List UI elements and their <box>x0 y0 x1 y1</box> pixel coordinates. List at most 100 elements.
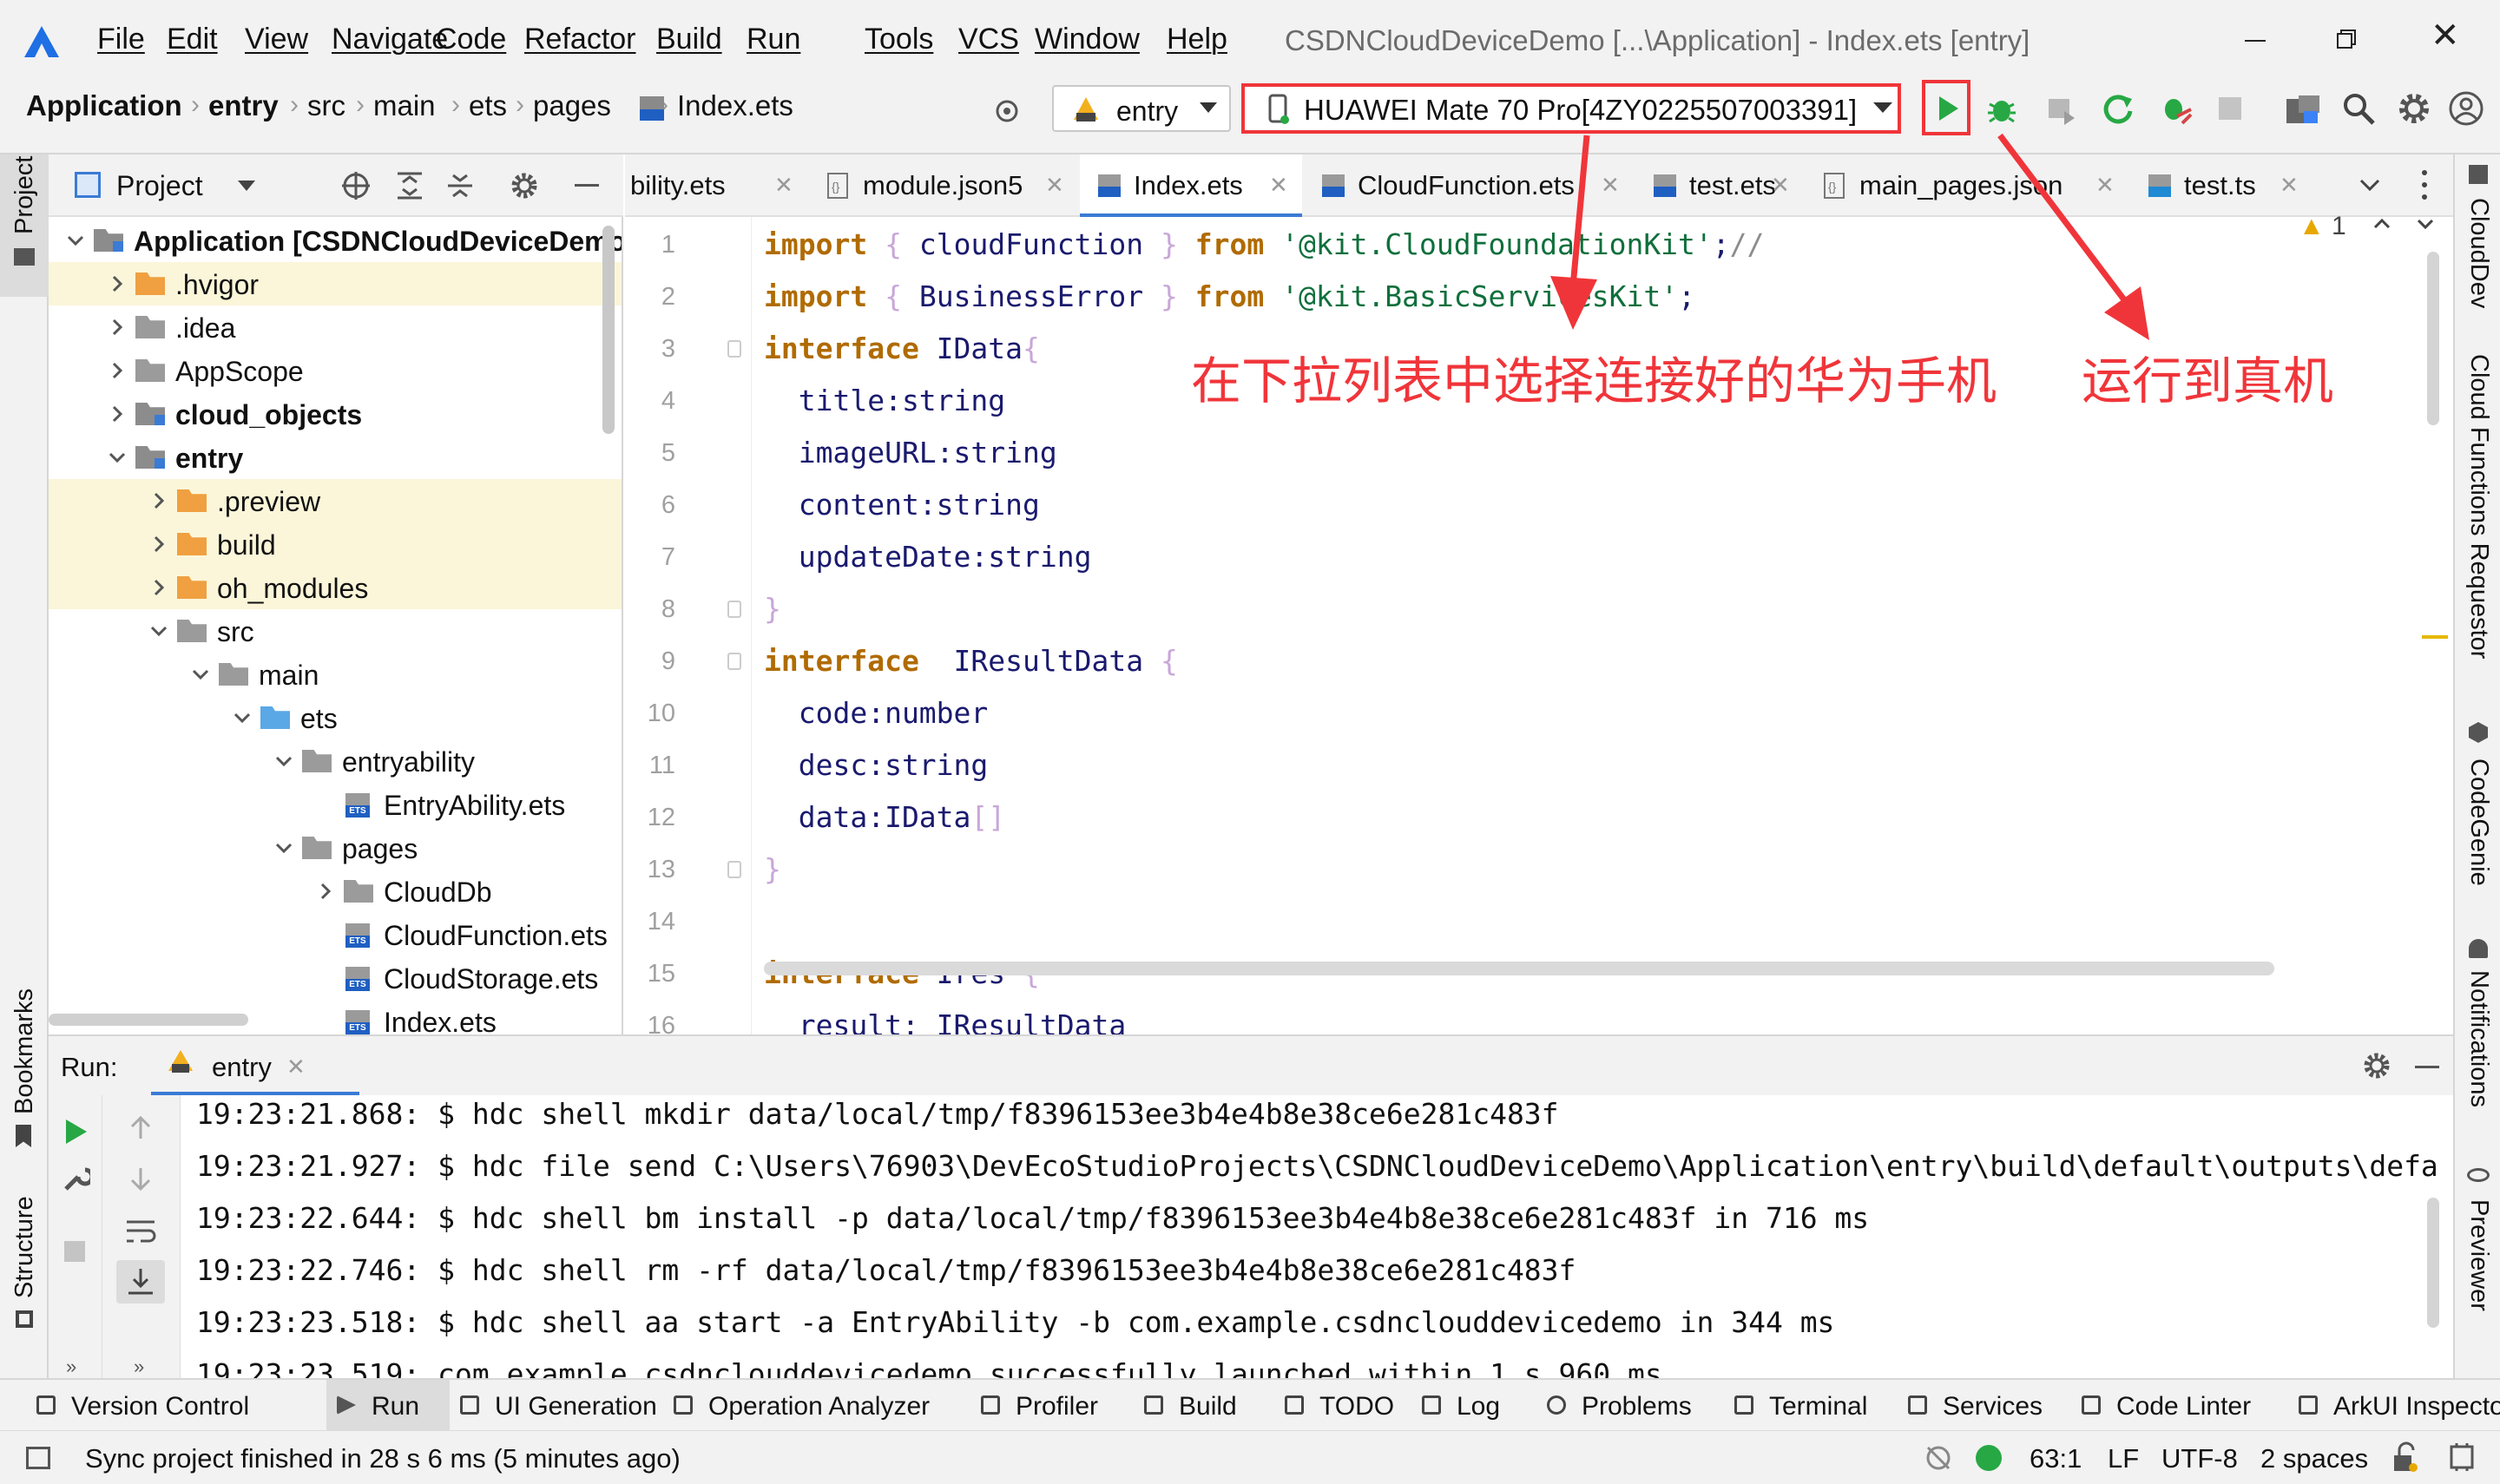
target-icon[interactable] <box>990 94 1024 128</box>
menu-vcs[interactable]: VCS <box>958 23 1019 56</box>
chevron-right-icon[interactable] <box>149 535 168 554</box>
tree-item[interactable]: Application [CSDNCloudDeviceDemo] <box>49 219 622 262</box>
tool-structure[interactable]: Structure <box>0 1196 49 1369</box>
hide-panel-icon[interactable] <box>2415 1066 2439 1068</box>
tree-item[interactable]: oh_modules <box>49 566 622 609</box>
bottom-tool-services[interactable]: Services <box>1898 1380 2071 1430</box>
breadcrumb-item[interactable]: ets <box>469 90 507 121</box>
rerun-icon[interactable] <box>62 1118 89 1146</box>
hide-panel-icon[interactable] <box>575 184 599 187</box>
status-indicator[interactable] <box>1976 1445 2002 1471</box>
module-select[interactable]: entry <box>1052 85 1231 132</box>
close-icon[interactable]: ✕ <box>1601 172 1620 199</box>
tree-item[interactable]: entry <box>49 436 622 479</box>
chevron-right-icon[interactable] <box>316 882 335 901</box>
breadcrumb-item[interactable]: Index.ets <box>677 90 793 121</box>
tree-item[interactable]: ETS CloudFunction.ets <box>49 913 622 956</box>
locate-icon[interactable] <box>340 170 372 201</box>
tree-item[interactable]: cloud_objects <box>49 392 622 436</box>
run-console[interactable]: 19:23:21.868: $ hdc shell mkdir data/loc… <box>181 1095 2453 1378</box>
breadcrumb-item[interactable]: entry <box>208 90 279 121</box>
tool-codegenie[interactable]: CodeGenie <box>2455 719 2500 918</box>
fold-marker-icon[interactable] <box>727 653 741 670</box>
gear-icon[interactable] <box>2396 90 2432 127</box>
toggle-tool-windows-icon[interactable] <box>26 1447 50 1469</box>
chevron-down-icon[interactable] <box>274 838 293 857</box>
scroll-to-end-button[interactable] <box>116 1260 165 1303</box>
tab-bility-ets[interactable]: bility.ets ✕ <box>625 154 807 217</box>
restore-button[interactable] <box>2330 21 2365 56</box>
tree-item[interactable]: ETS CloudStorage.ets <box>49 956 622 1000</box>
status-message[interactable]: Sync project finished in 28 s 6 ms (5 mi… <box>85 1443 681 1474</box>
collapse-all-icon[interactable] <box>444 170 476 201</box>
file-encoding[interactable]: UTF-8 <box>2161 1443 2238 1474</box>
tree-item[interactable]: ETS EntryAbility.ets <box>49 783 622 826</box>
tool-bookmarks[interactable]: Bookmarks <box>0 988 49 1161</box>
breadcrumb-item[interactable]: src <box>307 90 345 121</box>
bottom-tool-profiler[interactable]: Profiler <box>970 1380 1134 1430</box>
bottom-tool-run[interactable]: Run <box>326 1380 450 1430</box>
tab-test-ts[interactable]: test.ts ✕ <box>2130 154 2312 217</box>
tree-item[interactable]: .preview <box>49 479 622 522</box>
console-scrollbar[interactable] <box>2427 1198 2439 1328</box>
close-icon[interactable]: ✕ <box>2095 172 2115 199</box>
close-icon[interactable]: ✕ <box>774 172 793 199</box>
breadcrumb-item[interactable]: pages <box>533 90 611 121</box>
tool-project[interactable]: Project <box>0 154 49 297</box>
chevron-right-icon[interactable] <box>108 404 127 424</box>
debug-icon[interactable] <box>1984 92 2019 127</box>
close-icon[interactable]: ✕ <box>1045 172 1064 199</box>
attach-debugger-icon[interactable] <box>2043 92 2078 127</box>
next-highlight-icon[interactable] <box>2413 212 2438 236</box>
run-button[interactable] <box>1922 80 1970 135</box>
chevron-down-icon[interactable] <box>233 708 252 727</box>
soft-wrap-icon[interactable] <box>125 1217 156 1244</box>
stop-button[interactable] <box>2219 97 2241 120</box>
chevron-right-icon[interactable] <box>149 578 168 597</box>
menu-file[interactable]: File <box>97 23 145 56</box>
arrow-up-icon[interactable] <box>127 1114 155 1142</box>
tree-item[interactable]: main <box>49 653 622 696</box>
tree-item[interactable]: ets <box>49 696 622 739</box>
chevron-down-icon[interactable] <box>108 448 127 467</box>
more-icon[interactable] <box>2422 170 2429 200</box>
tab-main-pages-json[interactable]: {} main_pages.json ✕ <box>1806 154 2128 217</box>
tree-item[interactable]: CloudDb <box>49 870 622 913</box>
tool-clouddev[interactable]: CloudDev <box>2455 154 2500 319</box>
apply-changes-icon[interactable] <box>2101 90 2137 127</box>
tree-item[interactable]: src <box>49 609 622 653</box>
bottom-tool-problems[interactable]: Problems <box>1536 1380 1724 1430</box>
expand-all-icon[interactable] <box>394 170 425 201</box>
run-tab-entry[interactable]: entry ✕ <box>151 1036 359 1095</box>
tree-item[interactable]: pages <box>49 826 622 870</box>
stop-button[interactable] <box>64 1241 85 1262</box>
bottom-tool-log[interactable]: Log <box>1411 1380 1536 1430</box>
wrench-icon[interactable] <box>61 1165 90 1194</box>
bottom-tool-operation-analyzer[interactable]: Operation Analyzer <box>663 1380 970 1430</box>
bottom-tool-arkui-inspector[interactable]: ArkUI Inspector <box>2288 1380 2500 1430</box>
project-scrollbar[interactable] <box>602 226 615 434</box>
editor-scrollbar[interactable] <box>2427 252 2439 425</box>
previous-highlight-icon[interactable] <box>2370 212 2394 236</box>
minimize-button[interactable] <box>2238 19 2273 54</box>
chevron-right-icon[interactable] <box>108 318 127 337</box>
menu-help[interactable]: Help <box>1167 23 1227 56</box>
fold-marker-icon[interactable] <box>727 861 741 878</box>
breadcrumb-item[interactable]: main <box>373 90 436 121</box>
close-icon[interactable]: ✕ <box>1269 172 1288 199</box>
chevron-down-icon[interactable] <box>2356 172 2384 200</box>
fold-marker-icon[interactable] <box>727 601 741 618</box>
memory-indicator-icon[interactable] <box>2446 1441 2477 1473</box>
project-panel-title[interactable]: Project <box>116 170 203 202</box>
chevron-down-icon[interactable] <box>149 621 168 640</box>
chevron-down-icon[interactable] <box>238 181 255 191</box>
menu-navigate[interactable]: Navigate <box>332 23 448 56</box>
chevron-down-icon[interactable] <box>191 665 210 684</box>
menu-run[interactable]: Run <box>747 23 800 56</box>
menu-edit[interactable]: Edit <box>167 23 218 56</box>
tab-active[interactable]: Index.ets ✕ <box>1080 154 1302 217</box>
menu-tools[interactable]: Tools <box>865 23 933 56</box>
editor-hscrollbar[interactable] <box>764 962 2274 975</box>
menu-build[interactable]: Build <box>656 23 722 56</box>
close-window-button[interactable]: ✕ <box>2431 16 2460 56</box>
